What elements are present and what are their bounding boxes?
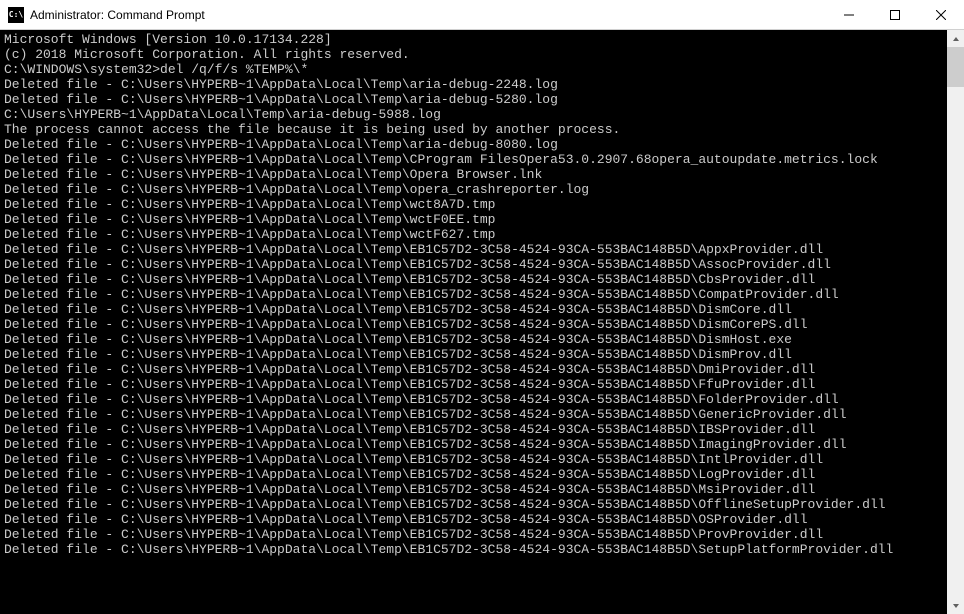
terminal-line: Deleted file - C:\Users\HYPERB~1\AppData… (4, 227, 947, 242)
terminal-line: Deleted file - C:\Users\HYPERB~1\AppData… (4, 77, 947, 92)
terminal-line: Deleted file - C:\Users\HYPERB~1\AppData… (4, 152, 947, 167)
terminal-line: The process cannot access the file becau… (4, 122, 947, 137)
vertical-scrollbar[interactable] (947, 30, 964, 614)
terminal-line: Deleted file - C:\Users\HYPERB~1\AppData… (4, 302, 947, 317)
terminal-output[interactable]: Microsoft Windows [Version 10.0.17134.22… (0, 30, 947, 614)
terminal-line: Microsoft Windows [Version 10.0.17134.22… (4, 32, 947, 47)
terminal-line: Deleted file - C:\Users\HYPERB~1\AppData… (4, 272, 947, 287)
terminal-line: Deleted file - C:\Users\HYPERB~1\AppData… (4, 362, 947, 377)
terminal-line: Deleted file - C:\Users\HYPERB~1\AppData… (4, 242, 947, 257)
terminal-line: Deleted file - C:\Users\HYPERB~1\AppData… (4, 422, 947, 437)
terminal-line: Deleted file - C:\Users\HYPERB~1\AppData… (4, 527, 947, 542)
cmd-icon: C:\ (8, 7, 24, 23)
scroll-down-button[interactable] (947, 597, 964, 614)
terminal-line: Deleted file - C:\Users\HYPERB~1\AppData… (4, 347, 947, 362)
terminal-line: Deleted file - C:\Users\HYPERB~1\AppData… (4, 167, 947, 182)
terminal-line: Deleted file - C:\Users\HYPERB~1\AppData… (4, 542, 947, 557)
terminal-line: Deleted file - C:\Users\HYPERB~1\AppData… (4, 437, 947, 452)
terminal-line: Deleted file - C:\Users\HYPERB~1\AppData… (4, 377, 947, 392)
close-button[interactable] (918, 0, 964, 30)
terminal-line: C:\WINDOWS\system32>del /q/f/s %TEMP%\* (4, 62, 947, 77)
terminal-line: Deleted file - C:\Users\HYPERB~1\AppData… (4, 332, 947, 347)
client-area: Microsoft Windows [Version 10.0.17134.22… (0, 30, 964, 614)
terminal-line: Deleted file - C:\Users\HYPERB~1\AppData… (4, 482, 947, 497)
terminal-line: Deleted file - C:\Users\HYPERB~1\AppData… (4, 287, 947, 302)
terminal-line: Deleted file - C:\Users\HYPERB~1\AppData… (4, 182, 947, 197)
maximize-button[interactable] (872, 0, 918, 30)
minimize-button[interactable] (826, 0, 872, 30)
terminal-line: Deleted file - C:\Users\HYPERB~1\AppData… (4, 212, 947, 227)
terminal-line: Deleted file - C:\Users\HYPERB~1\AppData… (4, 92, 947, 107)
terminal-line: Deleted file - C:\Users\HYPERB~1\AppData… (4, 197, 947, 212)
scroll-thumb[interactable] (947, 47, 964, 87)
terminal-line: Deleted file - C:\Users\HYPERB~1\AppData… (4, 467, 947, 482)
terminal-line: Deleted file - C:\Users\HYPERB~1\AppData… (4, 452, 947, 467)
terminal-line: Deleted file - C:\Users\HYPERB~1\AppData… (4, 392, 947, 407)
terminal-line: Deleted file - C:\Users\HYPERB~1\AppData… (4, 257, 947, 272)
terminal-line: Deleted file - C:\Users\HYPERB~1\AppData… (4, 407, 947, 422)
terminal-line: Deleted file - C:\Users\HYPERB~1\AppData… (4, 497, 947, 512)
terminal-line: Deleted file - C:\Users\HYPERB~1\AppData… (4, 512, 947, 527)
terminal-line: Deleted file - C:\Users\HYPERB~1\AppData… (4, 317, 947, 332)
scroll-up-button[interactable] (947, 30, 964, 47)
terminal-line: (c) 2018 Microsoft Corporation. All righ… (4, 47, 947, 62)
terminal-line: C:\Users\HYPERB~1\AppData\Local\Temp\ari… (4, 107, 947, 122)
terminal-line: Deleted file - C:\Users\HYPERB~1\AppData… (4, 137, 947, 152)
titlebar[interactable]: C:\ Administrator: Command Prompt (0, 0, 964, 30)
window-title: Administrator: Command Prompt (30, 8, 826, 22)
